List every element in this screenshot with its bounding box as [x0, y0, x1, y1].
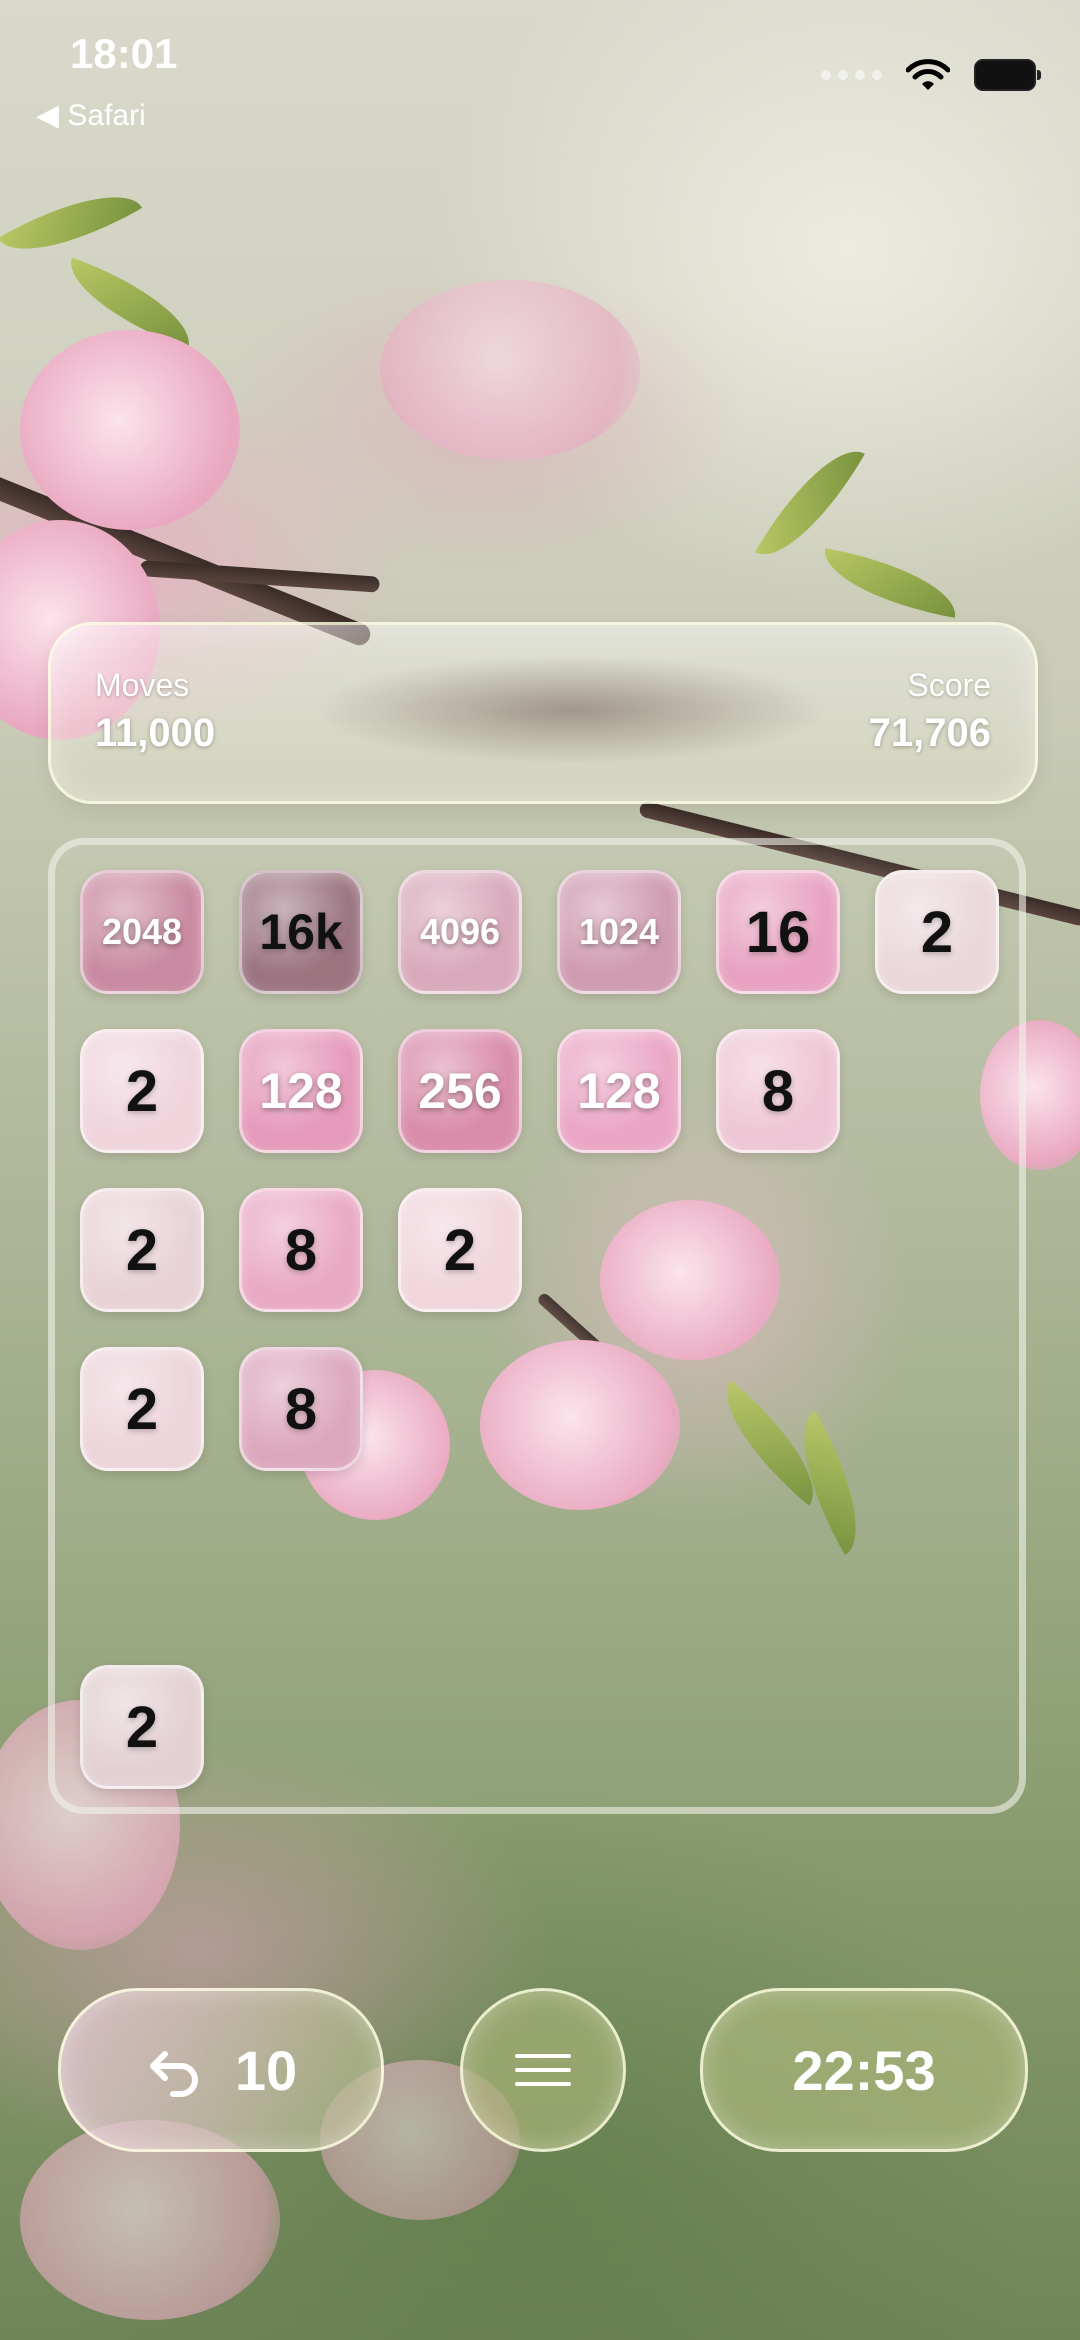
tile[interactable]: 1024 [557, 870, 681, 994]
tile[interactable]: 2 [80, 1029, 204, 1153]
status-time: 18:01 [70, 30, 178, 77]
tile[interactable]: 2 [80, 1665, 204, 1789]
moves-label: Moves [95, 667, 190, 703]
tile[interactable]: 16 [716, 870, 840, 994]
undo-count: 10 [234, 2038, 298, 2102]
back-to-safari-link[interactable]: ◀ Safari [36, 98, 146, 133]
wifi-icon [906, 59, 950, 90]
tile[interactable]: 2 [80, 1188, 204, 1312]
hamburger-menu-icon [515, 2054, 571, 2086]
cellular-signal-icon [821, 70, 882, 80]
menu-button[interactable] [460, 1988, 626, 2152]
tile[interactable]: 256 [398, 1029, 522, 1153]
timer-display: 22:53 [700, 1988, 1028, 2152]
tile[interactable]: 128 [557, 1029, 681, 1153]
tile[interactable]: 2 [398, 1188, 522, 1312]
tile[interactable]: 2048 [80, 870, 204, 994]
battery-icon [974, 59, 1041, 91]
tile[interactable]: 16k [239, 870, 363, 994]
undo-arrow-icon [149, 2051, 198, 2097]
game-screen: 18:01 ◀ Safari Moves 11,000 Score 71,706… [0, 0, 1080, 2340]
score-value: 71,706 [868, 711, 991, 755]
undo-button[interactable]: 10 [58, 1988, 384, 2152]
tile[interactable]: 128 [239, 1029, 363, 1153]
tile[interactable]: 8 [716, 1029, 840, 1153]
moves-value: 11,000 [95, 711, 216, 755]
score-label: Score [907, 667, 991, 703]
game-board[interactable]: 2048 16k 4096 1024 16 2 2 128 256 128 8 2 8 2 2 8 2 [48, 838, 1026, 1814]
panel-reflection [311, 655, 831, 765]
status-indicators [821, 58, 1041, 92]
tile[interactable]: 2 [80, 1347, 204, 1471]
tile[interactable]: 8 [239, 1188, 363, 1312]
stats-panel: Moves 11,000 Score 71,706 [48, 622, 1038, 804]
tile[interactable]: 2 [875, 870, 999, 994]
tile[interactable]: 4096 [398, 870, 522, 994]
tile[interactable]: 8 [239, 1347, 363, 1471]
